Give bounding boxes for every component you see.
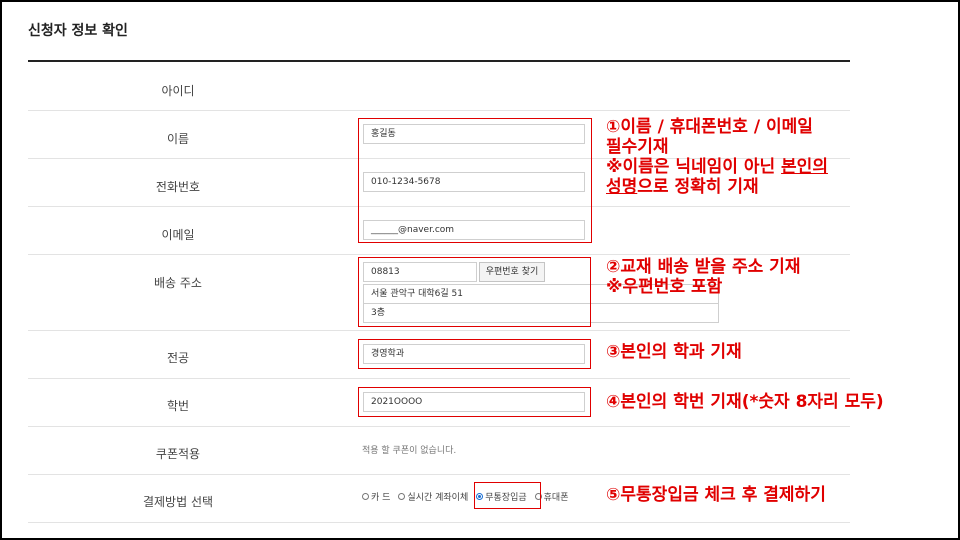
payment-option-label: 실시간 계좌이체: [407, 492, 469, 503]
radio-icon: [398, 492, 406, 500]
highlight-major-box: [358, 339, 591, 369]
title-divider: [28, 60, 850, 62]
annotation-1-line4-text: 으로 정확히 기재: [637, 177, 759, 197]
annotation-3: ③본인의 학과 기재: [606, 342, 742, 362]
page-title: 신청자 정보 확인: [28, 23, 128, 39]
annotation-2: ②교재 배송 받을 주소 기재 ※우편번호 포함: [606, 257, 800, 297]
row-divider: [28, 330, 850, 331]
address-label: 배송 주소: [154, 276, 202, 290]
annotation-5: ⑤무통장입금 체크 후 결제하기: [606, 485, 826, 505]
row-divider: [28, 426, 850, 427]
payment-option-label: 카 드: [371, 492, 391, 503]
row-divider: [28, 110, 850, 111]
annotation-1-line3-text: ※이름은 닉네임이 아닌: [606, 157, 782, 177]
payment-option-label: 휴대폰: [543, 492, 569, 503]
annotation-1-line2: 필수기재: [606, 137, 669, 157]
row-divider: [28, 522, 850, 523]
row-divider: [28, 474, 850, 475]
highlight-address-box: [358, 257, 591, 327]
coupon-empty-text: 적용 할 쿠폰이 없습니다.: [362, 446, 457, 456]
annotation-1-line4-underlined: 성명: [606, 177, 638, 197]
annotation-1-line1: ①이름 / 휴대폰번호 / 이메일: [606, 117, 813, 137]
annotation-1: ①이름 / 휴대폰번호 / 이메일 필수기재 ※이름은 닉네임이 아닌 본인의 …: [606, 117, 828, 197]
name-label: 이름: [166, 132, 190, 146]
major-label: 전공: [166, 351, 190, 365]
highlight-deposit-box: [474, 482, 541, 509]
highlight-student-id-box: [358, 387, 591, 417]
payment-label: 결제방법 선택: [142, 495, 214, 509]
id-label: 아이디: [161, 84, 195, 98]
annotation-1-line3-underlined: 본인의: [781, 157, 828, 177]
radio-icon: [362, 492, 369, 500]
annotation-2-line1: ②교재 배송 받을 주소 기재: [606, 257, 801, 277]
payment-option-transfer[interactable]: 실시간 계좌이체: [398, 490, 468, 503]
annotation-1-line4: 성명으로 정확히 기재: [606, 177, 828, 197]
annotation-2-line2: ※우편번호 포함: [606, 277, 723, 297]
payment-method-group: 카 드 실시간 계좌이체 무통장입금 휴대폰: [362, 489, 577, 503]
email-label: 이메일: [161, 228, 195, 242]
coupon-label: 쿠폰적용: [155, 447, 201, 461]
row-divider: [28, 254, 850, 255]
highlight-contact-box: [358, 118, 592, 243]
annotation-1-line3: ※이름은 닉네임이 아닌 본인의: [606, 157, 828, 177]
payment-option-card[interactable]: 카 드: [362, 490, 390, 503]
student-id-label: 학번: [166, 399, 190, 413]
annotation-4: ④본인의 학번 기재(*숫자 8자리 모두): [606, 392, 884, 412]
row-divider: [28, 378, 850, 379]
phone-label: 전화번호: [155, 180, 201, 194]
